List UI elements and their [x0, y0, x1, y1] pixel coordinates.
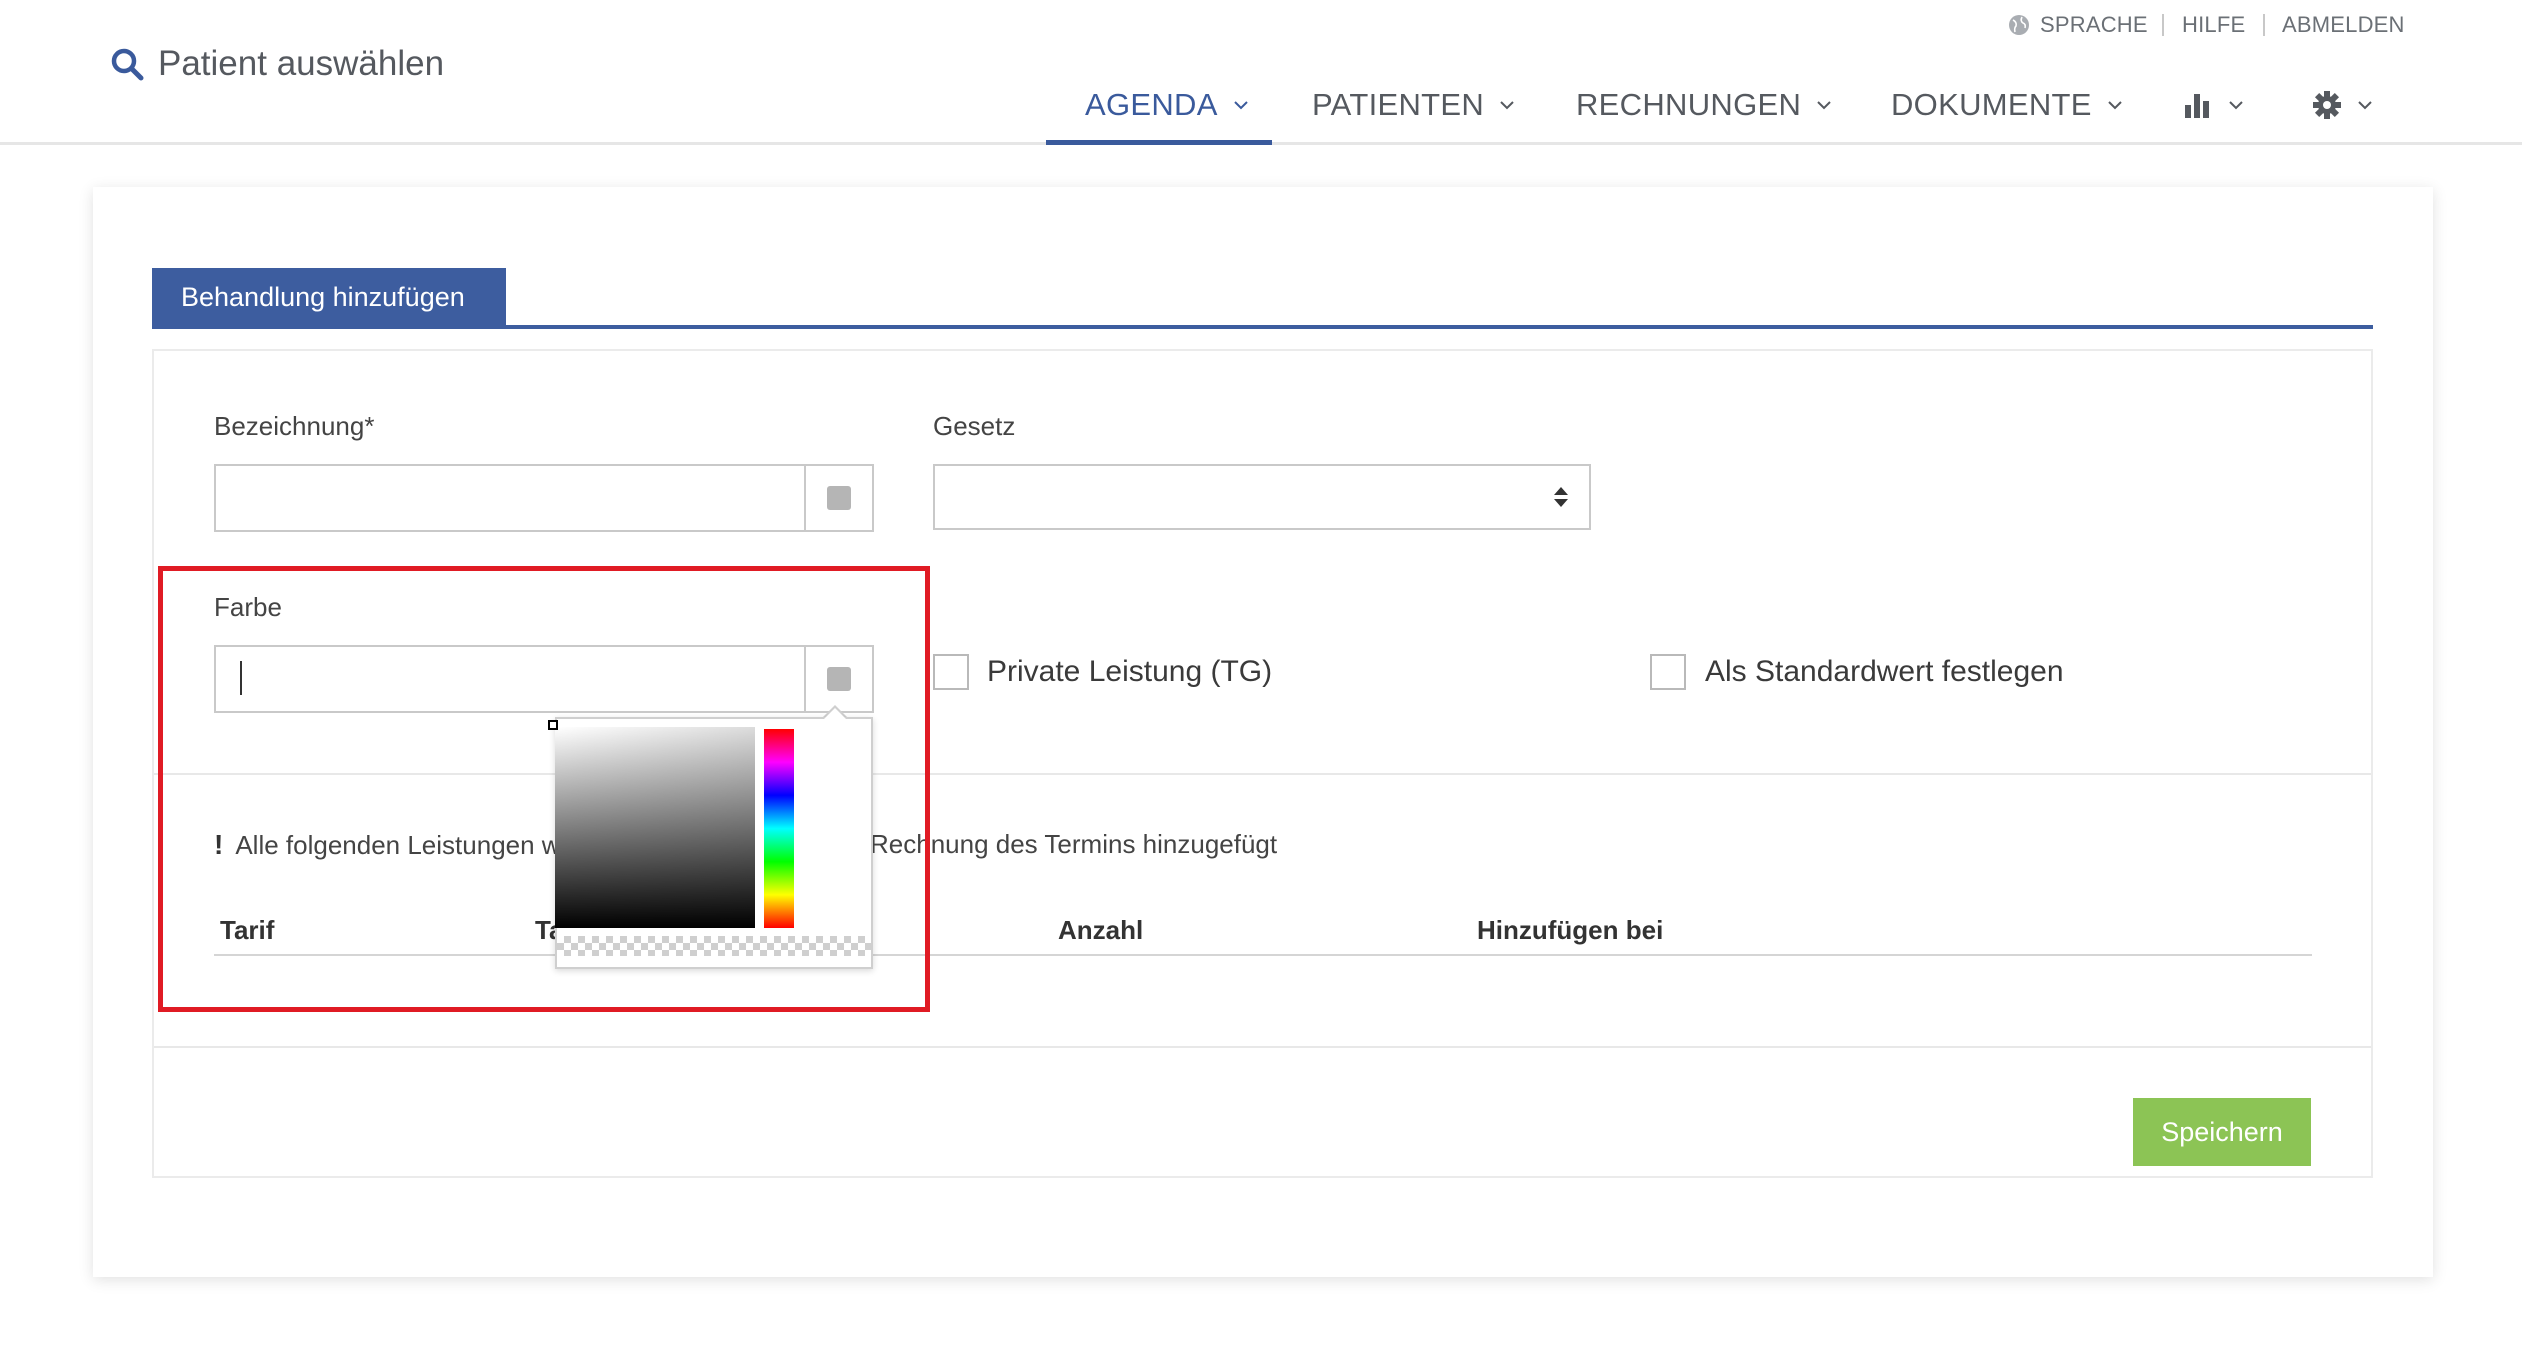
- info-text-left: Alle folgenden Leistungen w: [235, 829, 561, 860]
- alpha-slider[interactable]: [557, 936, 871, 956]
- nav-agenda-label: AGENDA: [1085, 87, 1218, 122]
- patient-search[interactable]: Patient auswählen: [110, 38, 444, 90]
- section-divider: [154, 1046, 2371, 1048]
- info-text-right: Rechnung des Termins hinzugefügt: [870, 829, 1278, 859]
- gesetz-select[interactable]: [933, 464, 1591, 530]
- tab-label: Behandlung hinzufügen: [181, 281, 465, 312]
- language-link-label: SPRACHE: [2040, 12, 2148, 37]
- hue-slider[interactable]: [764, 729, 794, 928]
- logout-link-label: ABMELDEN: [2282, 12, 2405, 37]
- farbe-label: Farbe: [214, 592, 282, 622]
- exclamation-icon: !: [214, 829, 224, 860]
- chevron-down-icon: [1817, 101, 1831, 110]
- farbe-input-group: [214, 645, 874, 713]
- top-divider: [2162, 14, 2164, 36]
- patient-search-label: Patient auswählen: [158, 44, 445, 83]
- bezeichnung-input[interactable]: [216, 466, 804, 530]
- section-divider: [154, 773, 2371, 775]
- color-swatch-icon: [827, 486, 851, 510]
- bezeichnung-input-group: [214, 464, 874, 532]
- language-link[interactable]: SPRACHE: [2008, 12, 2148, 38]
- nav-agenda[interactable]: AGENDA: [1085, 80, 1250, 130]
- saturation-value-area[interactable]: [555, 727, 755, 928]
- nav-dokumente-label: DOKUMENTE: [1891, 87, 2092, 122]
- column-header-hinzufuegen-bei: Hinzufügen bei: [1477, 915, 1664, 945]
- bezeichnung-label: Bezeichnung*: [214, 411, 375, 441]
- nav-settings[interactable]: [2312, 80, 2374, 130]
- bar-chart-icon: [2185, 94, 2209, 118]
- tab-underline: [152, 325, 2373, 329]
- color-picker-caret-inner: [824, 708, 846, 719]
- app-header: Patient auswählen SPRACHE HILFE ABMELDEN…: [0, 0, 2522, 145]
- chevron-down-icon: [1234, 101, 1248, 110]
- info-message: ! Alle folgenden Leistungen w: [214, 829, 561, 861]
- logout-link[interactable]: ABMELDEN: [2282, 12, 2405, 38]
- nav-rechnungen-label: RECHNUNGEN: [1576, 87, 1802, 122]
- nav-active-indicator: [1046, 140, 1272, 145]
- chevron-down-icon: [2108, 101, 2122, 110]
- standardwert-label[interactable]: Als Standardwert festlegen: [1705, 655, 2064, 689]
- private-leistung-checkbox[interactable]: [933, 654, 969, 690]
- nav-patienten-label: PATIENTEN: [1312, 87, 1485, 122]
- chevron-down-icon: [2358, 101, 2372, 110]
- nav-patienten[interactable]: PATIENTEN: [1312, 80, 1516, 130]
- standardwert-checkbox[interactable]: [1650, 654, 1686, 690]
- column-header-anzahl: Anzahl: [1058, 915, 1144, 945]
- gesetz-label: Gesetz: [933, 411, 1016, 441]
- chevron-down-icon: [2229, 101, 2243, 110]
- farbe-color-button[interactable]: [804, 647, 872, 711]
- farbe-input[interactable]: [216, 647, 804, 711]
- table-header-divider: [214, 954, 2312, 956]
- globe-icon: [2009, 15, 2029, 35]
- nav-statistics[interactable]: [2183, 80, 2245, 130]
- sort-arrows-icon: [1554, 487, 1568, 507]
- top-divider: [2263, 14, 2265, 36]
- text-caret: [240, 661, 242, 695]
- help-link[interactable]: HILFE: [2182, 12, 2245, 38]
- saturation-handle[interactable]: [548, 720, 558, 730]
- gear-icon: [2313, 91, 2341, 119]
- chevron-down-icon: [1500, 101, 1514, 110]
- search-icon: [111, 48, 144, 81]
- save-button[interactable]: Speichern: [2133, 1098, 2311, 1166]
- tab-behandlung-hinzufuegen[interactable]: Behandlung hinzufügen: [152, 268, 506, 326]
- column-header-tarif: Tarif: [220, 915, 275, 945]
- nav-rechnungen[interactable]: RECHNUNGEN: [1576, 80, 1833, 130]
- nav-dokumente[interactable]: DOKUMENTE: [1891, 80, 2124, 130]
- help-link-label: HILFE: [2182, 12, 2246, 37]
- private-leistung-label[interactable]: Private Leistung (TG): [987, 655, 1272, 689]
- color-swatch-icon: [827, 667, 851, 691]
- bezeichnung-color-button[interactable]: [804, 466, 872, 530]
